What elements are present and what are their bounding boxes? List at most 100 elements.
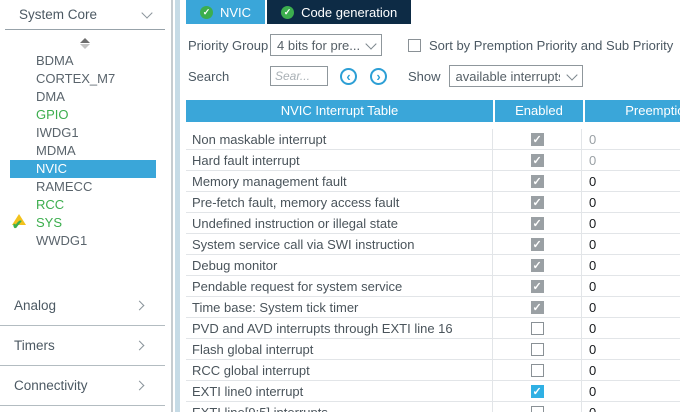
sidebar-item[interactable]: BDMA (0, 52, 170, 70)
status-icon (12, 72, 28, 86)
preemption-priority-value[interactable]: 0 (582, 150, 680, 170)
sidebar-item[interactable]: CORTEX_M7 (0, 70, 170, 88)
preemption-priority-value[interactable]: 0 (582, 381, 680, 401)
preemption-priority-value[interactable]: 0 (582, 402, 680, 412)
sidebar-item-label: GPIO (36, 107, 69, 122)
preemption-priority-value[interactable]: 0 (582, 213, 680, 233)
preemption-priority-value[interactable]: 0 (582, 234, 680, 254)
chevron-down-icon (566, 69, 577, 80)
column-header-name: NVIC Interrupt Table (186, 100, 493, 122)
status-icon (12, 126, 28, 140)
sidebar-item[interactable]: RCC (0, 196, 170, 214)
search-next-button[interactable]: › (370, 68, 387, 85)
priority-group-select[interactable]: 4 bits for pre... (270, 34, 382, 56)
search-input[interactable] (270, 66, 328, 86)
section-label: Timers (14, 338, 136, 353)
status-icon (12, 54, 28, 68)
column-header-enabled: Enabled (495, 100, 583, 122)
preemption-priority-value[interactable]: 0 (582, 192, 680, 212)
status-icon (12, 144, 28, 158)
scroll-up-down-control[interactable] (0, 36, 170, 50)
enabled-checkbox[interactable] (531, 322, 544, 335)
table-row: EXTI line[9:5] interrupts 0 (186, 402, 680, 412)
sidebar-section[interactable]: Timers (0, 326, 165, 366)
section-label: Connectivity (14, 378, 136, 393)
interrupt-name: Debug monitor (186, 255, 493, 275)
preemption-priority-value[interactable]: 0 (582, 129, 680, 149)
tab[interactable]: ✓ Code generation (267, 0, 411, 24)
sidebar-category-system-core[interactable]: System Core (5, 0, 165, 30)
table-row: Undefined instruction or illegal state 0 (186, 213, 680, 234)
enabled-checkbox[interactable] (531, 364, 544, 377)
table-row: EXTI line0 interrupt 0 (186, 381, 680, 402)
enabled-checkbox[interactable] (531, 259, 544, 272)
sidebar-item[interactable]: WWDG1 (0, 232, 170, 250)
tab[interactable]: ✓ NVIC (186, 0, 265, 24)
splitter-line (171, 0, 173, 412)
sidebar-item-label: CORTEX_M7 (36, 71, 115, 86)
table-row: Pendable request for system service 0 (186, 276, 680, 297)
sidebar-item[interactable]: MDMA (0, 142, 170, 160)
sidebar-item[interactable]: DMA (0, 88, 170, 106)
table-row: Non maskable interrupt 0 (186, 129, 680, 150)
sidebar-item[interactable]: NVIC (10, 160, 156, 178)
enabled-checkbox[interactable] (531, 238, 544, 251)
status-icon: ✔ (12, 216, 28, 230)
interrupt-name: EXTI line0 interrupt (186, 381, 493, 401)
preemption-priority-value[interactable]: 0 (582, 255, 680, 275)
enabled-checkbox[interactable] (531, 280, 544, 293)
table-row: RCC global interrupt 0 (186, 360, 680, 381)
status-icon (12, 234, 28, 248)
preemption-priority-value[interactable]: 0 (582, 318, 680, 338)
chevron-right-icon (135, 381, 145, 391)
tab-ok-icon: ✓ (281, 6, 294, 19)
preemption-priority-value[interactable]: 0 (582, 276, 680, 296)
tab-ok-icon: ✓ (200, 6, 213, 19)
enabled-checkbox[interactable] (531, 343, 544, 356)
sidebar-item-label: RAMECC (36, 179, 92, 194)
enabled-checkbox[interactable] (531, 406, 544, 412)
search-previous-button[interactable]: ‹ (340, 68, 357, 85)
panel-splitter[interactable] (170, 0, 180, 412)
enabled-checkbox[interactable] (531, 133, 544, 146)
sidebar-section[interactable]: Analog (0, 286, 165, 326)
table-body: Non maskable interrupt 0 Hard fault inte… (186, 129, 680, 412)
table-row: Time base: System tick timer 0 (186, 297, 680, 318)
sidebar-item[interactable]: IWDG1 (0, 124, 170, 142)
enabled-checkbox[interactable] (531, 385, 544, 398)
interrupt-name: EXTI line[9:5] interrupts (186, 402, 493, 412)
sidebar-section[interactable]: Connectivity (0, 366, 165, 406)
sidebar-item-label: BDMA (36, 53, 74, 68)
mode-tabs: ✓ NVIC ✓ Code generation (180, 0, 680, 24)
show-label: Show (408, 69, 441, 84)
nvic-interrupt-table: NVIC Interrupt Table Enabled Preemption … (186, 100, 680, 412)
enabled-checkbox[interactable] (531, 154, 544, 167)
sidebar-item-label: RCC (36, 197, 64, 212)
search-label: Search (188, 69, 262, 84)
preemption-priority-value[interactable]: 0 (582, 360, 680, 380)
table-row: System service call via SWI instruction … (186, 234, 680, 255)
nvic-config-pane: ✓ NVIC ✓ Code generation Priority Group … (180, 0, 680, 412)
show-interrupts-select[interactable]: available interrupts (449, 65, 583, 87)
preemption-priority-value[interactable]: 0 (582, 297, 680, 317)
sidebar-item-label: DMA (36, 89, 65, 104)
enabled-checkbox[interactable] (531, 301, 544, 314)
sidebar-item[interactable]: GPIO (0, 106, 170, 124)
chevron-down-icon (141, 7, 152, 18)
interrupt-name: Hard fault interrupt (186, 150, 493, 170)
tab-label: NVIC (220, 5, 251, 20)
preemption-priority-value[interactable]: 0 (582, 171, 680, 191)
chevron-right-icon (135, 301, 145, 311)
sidebar-item-label: NVIC (36, 161, 67, 176)
category-label: System Core (19, 7, 143, 22)
table-row: Memory management fault 0 (186, 171, 680, 192)
status-icon (12, 90, 28, 104)
sort-by-priority-checkbox[interactable] (408, 39, 421, 52)
enabled-checkbox[interactable] (531, 175, 544, 188)
enabled-checkbox[interactable] (531, 196, 544, 209)
preemption-priority-value[interactable]: 0 (582, 339, 680, 359)
peripherals-sidebar: System Core BDMA CORTEX_M7 DMA GPIO IWDG… (0, 0, 170, 412)
sidebar-item[interactable]: ✔ SYS (0, 214, 170, 232)
enabled-checkbox[interactable] (531, 217, 544, 230)
sidebar-item[interactable]: RAMECC (0, 178, 170, 196)
